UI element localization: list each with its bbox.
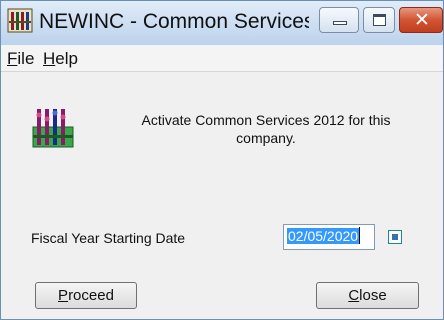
menu-bar: File Help	[1, 45, 443, 72]
message-line-2: company.	[236, 130, 296, 146]
proceed-accel: P	[58, 287, 69, 304]
calendar-button[interactable]	[388, 230, 402, 244]
menu-file-accel: F	[7, 49, 18, 68]
calendar-icon	[392, 234, 398, 240]
text-caret	[359, 227, 361, 244]
close-icon: ✕	[414, 9, 430, 31]
close-accel: C	[348, 287, 360, 304]
proceed-button[interactable]: Proceed	[35, 282, 137, 309]
menu-help[interactable]: Help	[43, 49, 78, 69]
activation-message: Activate Common Services 2012 for this c…	[101, 111, 431, 147]
abacus-icon	[7, 8, 33, 33]
menu-help-rest: elp	[55, 49, 78, 68]
close-button[interactable]: Close	[316, 282, 419, 309]
window-title: NEWINC - Common Services ...	[39, 10, 309, 33]
dialog-window: NEWINC - Common Services ... ✕ File Help…	[0, 0, 444, 320]
maximize-icon	[373, 14, 386, 26]
title-bar[interactable]: NEWINC - Common Services ... ✕	[1, 1, 443, 45]
common-services-icon	[32, 109, 74, 148]
minimize-icon	[333, 21, 347, 25]
minimize-button[interactable]	[319, 7, 359, 33]
message-line-1: Activate Common Services 2012 for this	[141, 112, 391, 128]
date-value: 02/05/2020	[287, 228, 360, 244]
menu-help-accel: H	[43, 49, 56, 68]
proceed-rest: roceed	[68, 287, 114, 304]
fiscal-year-date-input[interactable]: 02/05/2020	[283, 224, 375, 250]
menu-file[interactable]: File	[7, 49, 34, 69]
fiscal-year-label: Fiscal Year Starting Date	[31, 230, 186, 246]
close-window-button[interactable]: ✕	[399, 7, 443, 33]
close-rest: lose	[359, 287, 387, 304]
maximize-button[interactable]	[363, 7, 395, 33]
menu-file-rest: ile	[17, 49, 35, 68]
